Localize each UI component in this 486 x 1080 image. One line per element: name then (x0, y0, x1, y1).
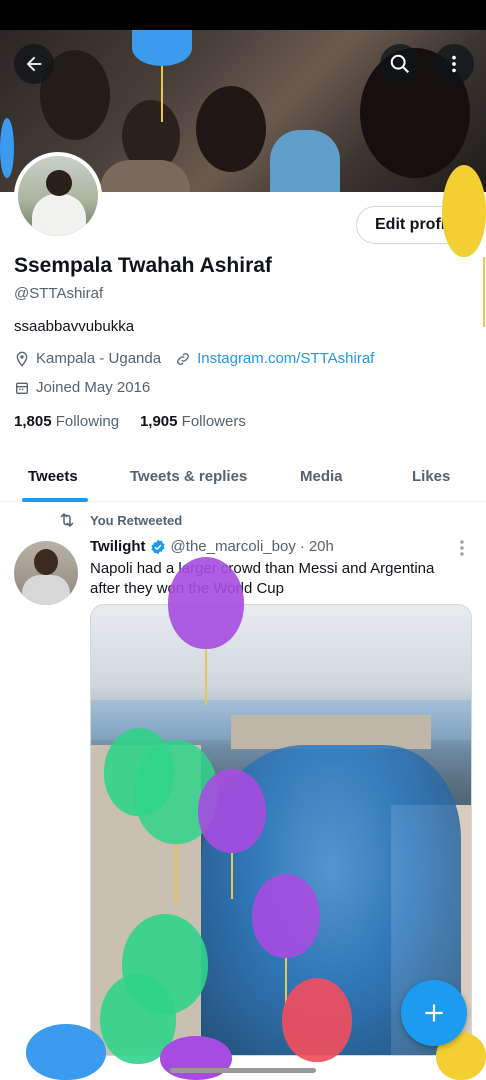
banner-clothing (270, 130, 340, 192)
following-link[interactable]: 1,805 Following (14, 413, 119, 430)
active-tab-indicator (22, 498, 88, 502)
retweet-icon (60, 512, 74, 528)
profile-joined-row: Joined May 2016 (14, 379, 150, 396)
balloon-string (483, 257, 485, 327)
retweet-context-label: You Retweeted (90, 512, 183, 528)
tab-tweets[interactable]: Tweets (28, 452, 78, 500)
balloon-decoration (442, 165, 486, 257)
tab-tweets-and-replies[interactable]: Tweets & replies (130, 452, 247, 500)
avatar-figure (46, 170, 72, 196)
profile-avatar[interactable] (14, 152, 102, 240)
balloon-decoration (26, 1024, 106, 1080)
followers-label: Followers (181, 413, 246, 430)
tweet-timestamp: 20h (308, 538, 334, 555)
tweet-separator: · (299, 538, 305, 555)
balloon-decoration (132, 30, 192, 66)
balloon-string (175, 844, 177, 904)
avatar-figure (34, 549, 58, 575)
location-pin-icon (16, 351, 28, 367)
balloon-decoration (168, 557, 244, 649)
link-icon (177, 352, 189, 365)
balloon-decoration (0, 118, 14, 178)
back-button[interactable] (14, 44, 54, 84)
avatar-figure (22, 575, 70, 605)
profile-meta-row: Kampala - Uganda Instagram.com/STTAshira… (14, 350, 374, 367)
profile-tabs: Tweets Tweets & replies Media Likes (0, 452, 486, 502)
verified-badge-icon (150, 539, 165, 554)
back-arrow-icon (26, 56, 42, 72)
profile-handle: @STTAshiraf (14, 285, 104, 302)
tab-likes[interactable]: Likes (412, 452, 450, 500)
retweet-context: You Retweeted (58, 512, 182, 528)
profile-website-link[interactable]: Instagram.com/STTAshiraf (197, 350, 374, 367)
balloon-decoration (252, 874, 320, 958)
followers-count: 1,905 (139, 413, 178, 430)
tweet-more-button[interactable] (455, 538, 469, 558)
follow-counts: 1,805 Following 1,905 Followers (14, 413, 246, 430)
search-icon (390, 54, 410, 74)
banner-clothing (100, 160, 190, 192)
profile-bio: ssaabbavvubukka (14, 318, 135, 335)
following-label: Following (55, 413, 120, 430)
banner-person (196, 86, 266, 172)
balloon-decoration (282, 978, 352, 1062)
balloon-decoration (198, 769, 266, 853)
more-vertical-icon (452, 55, 456, 73)
search-button[interactable] (380, 44, 420, 84)
profile-name: Ssempala Twahah Ashiraf (14, 254, 272, 277)
balloon-decoration (160, 1036, 232, 1080)
tweet-author-avatar[interactable] (14, 541, 78, 605)
compose-plus-icon (425, 1004, 443, 1022)
more-options-button[interactable] (434, 44, 474, 84)
tweet-author-name[interactable]: Twilight (90, 538, 146, 555)
tweet-header: Twilight @the_marcoli_boy · 20h (90, 538, 334, 555)
more-vertical-icon (460, 540, 464, 556)
profile-location: Kampala - Uganda (36, 350, 162, 367)
balloon-string (231, 853, 233, 899)
calendar-icon (16, 382, 28, 394)
balloon-string (205, 649, 207, 705)
compose-tweet-button[interactable] (401, 980, 467, 1046)
media-buildings (231, 715, 431, 749)
profile-joined-date: Joined May 2016 (36, 379, 151, 396)
tweet-text: Napoli had a larger crowd than Messi and… (90, 560, 435, 597)
status-bar (0, 0, 486, 30)
tab-media[interactable]: Media (300, 452, 343, 500)
balloon-string (161, 66, 163, 122)
tweet-author-handle[interactable]: @the_marcoli_boy (171, 538, 296, 555)
following-count: 1,805 (14, 413, 52, 430)
followers-link[interactable]: 1,905 Followers (140, 413, 246, 430)
home-indicator[interactable] (170, 1068, 316, 1073)
avatar-figure (32, 194, 86, 236)
